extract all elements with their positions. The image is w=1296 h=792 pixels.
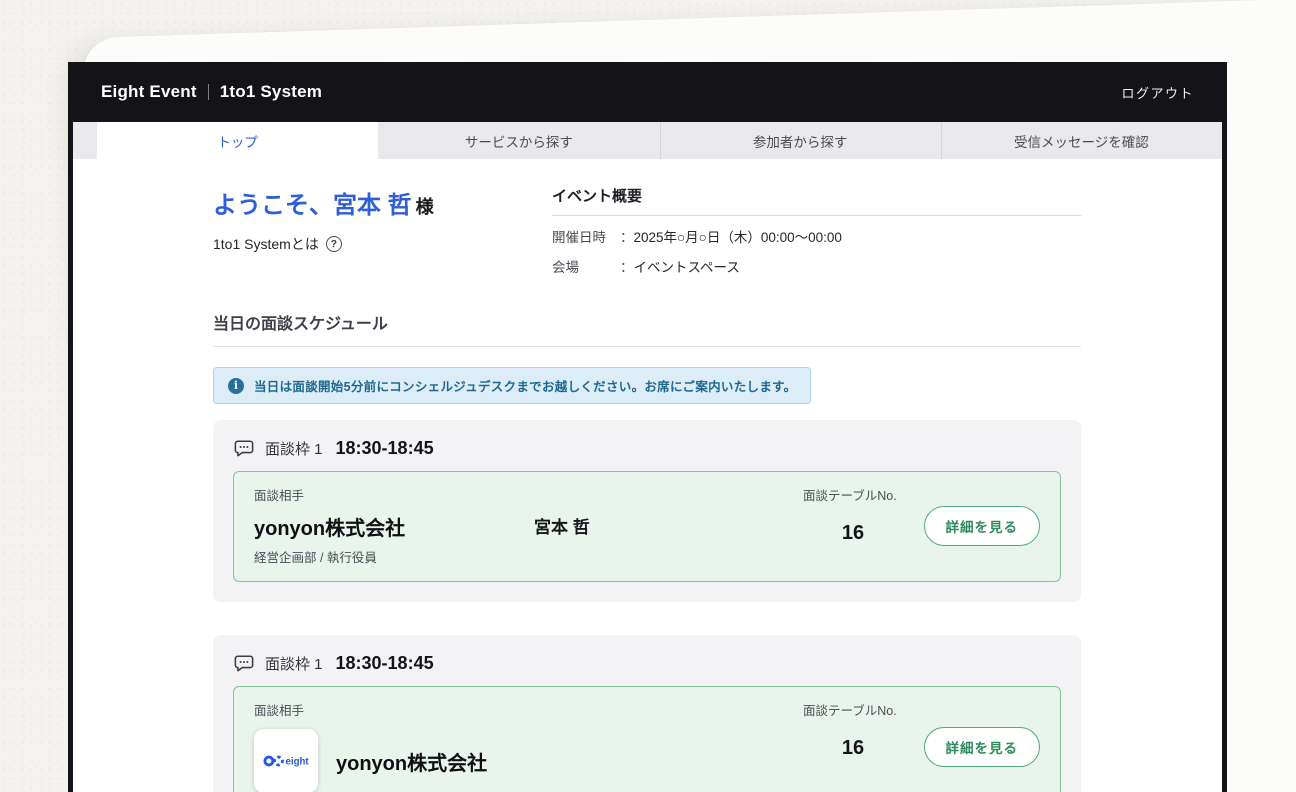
event-venue-label: 会場 xyxy=(552,256,620,276)
tab-bar: トップ サービスから探す 参加者から探す 受信メッセージを確認 xyxy=(73,122,1222,159)
slot-1-detail-button[interactable]: 詳細を見る xyxy=(924,506,1041,546)
help-circle-icon[interactable]: ? xyxy=(326,236,342,252)
app-window: Eight Event 1to1 System ログアウト トップ サービスから… xyxy=(68,62,1227,792)
slot-1-table-number: 16 xyxy=(803,522,903,545)
logout-button[interactable]: ログアウト xyxy=(1121,83,1194,102)
info-icon: i xyxy=(228,378,244,394)
concierge-notice: i 当日は面談開始5分前にコンシェルジュデスクまでお越しください。お席にご案内い… xyxy=(213,367,811,404)
slot-2-action: 詳細を見る xyxy=(918,700,1040,792)
slot-2-partner-block: 面談相手 eight yonyon株式会社 xyxy=(254,700,803,792)
slot-2-label: 面談枠 1 xyxy=(265,653,323,674)
concierge-notice-text: 当日は面談開始5分前にコンシェルジュデスクまでお越しください。お席にご案内いたし… xyxy=(254,376,796,395)
meeting-slot-card-2: 面談枠 1 18:30-18:45 面談相手 eight xyxy=(213,635,1081,792)
tab-search-by-participant[interactable]: 参加者から探す xyxy=(660,122,941,159)
slot-1-table-label: 面談テーブルNo. xyxy=(803,485,918,504)
slot-1-time: 18:30-18:45 xyxy=(336,438,434,459)
app-logo: Eight Event 1to1 System xyxy=(101,82,322,102)
slot-1-label: 面談枠 1 xyxy=(265,438,323,459)
main-content: ようこそ、宮本 哲様 1to1 Systemとは ? イベント概要 開催日時 ：… xyxy=(73,159,1222,792)
slot-2-meeting-panel: 面談相手 eight yonyon株式会社 xyxy=(233,686,1061,792)
slot-1-table-block: 面談テーブルNo. 16 xyxy=(803,485,918,566)
event-date-row: 開催日時 ： 2025年○月○日（木）00:00〜00:00 xyxy=(552,226,1081,246)
event-overview: イベント概要 開催日時 ： 2025年○月○日（木）00:00〜00:00 会場… xyxy=(552,185,1081,276)
event-date-label: 開催日時 xyxy=(552,226,620,246)
event-date-value: 2025年○月○日（木）00:00〜00:00 xyxy=(634,226,842,246)
slot-2-partner-label: 面談相手 xyxy=(254,700,803,719)
tab-top[interactable]: トップ xyxy=(97,122,378,159)
chat-bubble-icon xyxy=(233,652,255,674)
svg-text:eight: eight xyxy=(286,756,309,767)
slot-2-table-number: 16 xyxy=(803,737,903,760)
slot-2-table-block: 面談テーブルNo. 16 xyxy=(803,700,918,792)
welcome-block: ようこそ、宮本 哲様 1to1 Systemとは ? xyxy=(213,185,434,254)
meeting-slot-card-1: 面談枠 1 18:30-18:45 面談相手 yonyon株式会社 経営企画部 … xyxy=(213,420,1081,602)
event-venue-separator: ： xyxy=(620,256,634,276)
slot-2-table-label: 面談テーブルNo. xyxy=(803,700,918,719)
event-venue-value: イベントスペース xyxy=(634,256,740,276)
brand-name: Eight Event xyxy=(101,82,197,102)
product-name: 1to1 System xyxy=(220,82,322,102)
slot-2-partner-row: eight yonyon株式会社 xyxy=(254,729,803,792)
slot-1-department: 経営企画部 / 執行役員 xyxy=(254,547,534,566)
about-system-label: 1to1 Systemとは xyxy=(213,234,319,254)
top-row: ようこそ、宮本 哲様 1to1 Systemとは ? イベント概要 開催日時 ：… xyxy=(213,185,1081,276)
schedule-section-title: 当日の面談スケジュール xyxy=(213,310,1081,347)
slot-1-action: 詳細を見る xyxy=(918,485,1040,566)
welcome-greeting: ようこそ、宮本 哲 xyxy=(213,192,412,219)
about-system-link[interactable]: 1to1 Systemとは ? xyxy=(213,234,434,254)
slot-1-person-name: 宮本 哲 xyxy=(534,485,803,566)
tab-bar-left-spacer xyxy=(73,122,97,159)
event-venue-row: 会場 ： イベントスペース xyxy=(552,256,1081,276)
app-header: Eight Event 1to1 System ログアウト xyxy=(73,62,1222,122)
welcome-honorific: 様 xyxy=(416,197,434,217)
tab-check-messages[interactable]: 受信メッセージを確認 xyxy=(941,122,1222,159)
app-body: トップ サービスから探す 参加者から探す 受信メッセージを確認 ようこそ、宮本 … xyxy=(73,122,1222,792)
chat-bubble-icon xyxy=(233,437,255,459)
slot-2-detail-button[interactable]: 詳細を見る xyxy=(924,727,1041,767)
welcome-heading: ようこそ、宮本 哲様 xyxy=(213,185,434,220)
event-overview-title: イベント概要 xyxy=(552,185,1081,216)
slot-1-partner-block: 面談相手 yonyon株式会社 経営企画部 / 執行役員 xyxy=(254,485,534,566)
slot-2-company-name: yonyon株式会社 xyxy=(336,747,487,776)
eight-logo: eight xyxy=(254,729,318,792)
slot-2-time: 18:30-18:45 xyxy=(336,653,434,674)
brand-separator xyxy=(208,84,209,100)
slot-1-partner-label: 面談相手 xyxy=(254,485,534,504)
slot-1-header: 面談枠 1 18:30-18:45 xyxy=(233,437,1061,459)
slot-2-header: 面談枠 1 18:30-18:45 xyxy=(233,652,1061,674)
slot-1-company-name: yonyon株式会社 xyxy=(254,512,534,541)
slot-1-meeting-panel: 面談相手 yonyon株式会社 経営企画部 / 執行役員 宮本 哲 面談テーブル… xyxy=(233,471,1061,582)
tab-search-by-service[interactable]: サービスから探す xyxy=(378,122,659,159)
event-date-separator: ： xyxy=(620,226,634,246)
